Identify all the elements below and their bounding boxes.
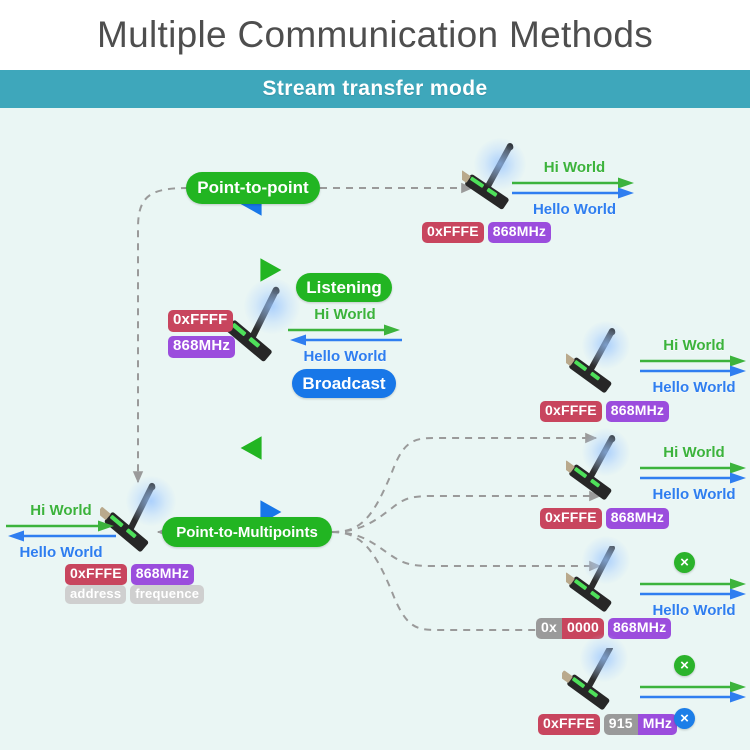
flow-arrows-center-hub [288,324,402,346]
hi-world-label: Hi World [30,502,92,519]
flow-multipoint-3: × Hello World [640,552,748,619]
pill-point-to-point-label: Point-to-point [197,178,309,197]
flow-center-hub: Hi World Hello World [288,307,402,365]
frequency-badge: 868MHz [487,222,552,243]
address-badge: 0xFFFE [538,714,600,735]
antenna-glow-icon [582,536,630,584]
pill-point-to-point[interactable]: Point-to-point [186,172,320,204]
address-badge: 0xFFFE [65,564,127,585]
frequency-badge: 868MHz [130,564,195,585]
x-glyph: × [680,710,689,727]
flow-arrows-multipoint-1 [640,355,746,377]
hello-world-label: Hello World [19,543,103,561]
flow-multipoint-4: × × [640,655,748,730]
frequency-badge: 868MHz [607,618,672,639]
hi-world-blocked: × [640,552,748,574]
hello-world-label: Hello World [303,347,387,365]
hello-world-blocked: × [640,706,748,730]
flow-multipoint-1: Hi World Hello World [640,338,748,396]
frequence-caption: frequence [130,585,205,605]
x-glyph: × [680,657,689,674]
antenna-glow-icon [582,321,630,369]
device-multipoint-2-badges: 0xFFFE 868MHz [540,508,670,529]
frequency-badge: 868MHz [168,335,236,358]
device-top-right-badges: 0xFFFE 868MHz [422,222,552,243]
section-banner-label: Stream transfer mode [262,77,488,100]
antenna-glow-icon [126,476,176,526]
hello-world-label: Hello World [532,200,617,218]
address-badge: 0xFFFF [168,310,233,332]
hi-world-label: Hi World [314,306,376,323]
flow-arrows-multipoint-3 [640,578,746,600]
antenna-glow-icon [582,428,630,476]
address-badge: 0xFFFE [540,508,602,529]
flow-multipoint-2: Hi World Hello World [640,445,748,503]
address-badge: 0xFFFE [422,222,484,243]
x-glyph: × [680,554,689,571]
flow-arrows-multipoint-2 [640,462,746,484]
address-badge: 0xFFFE [540,401,602,422]
flow-left-peer: Hi World Hello World [6,503,116,561]
frequency-badge: 868MHz [605,401,670,422]
device-left-peer-captions: address frequence [65,585,205,605]
hi-world-blocked: × [640,655,748,677]
address-caption: address [65,585,127,605]
page-title: Multiple Communication Methods [96,14,653,55]
flow-top-right: Hi World Hello World [512,160,637,218]
hello-world-label: Hello World [652,378,736,396]
flow-arrows-left-peer [6,520,116,542]
antenna-glow-icon [580,634,628,682]
flow-arrows-multipoint-4 [640,681,746,703]
device-left-peer-badges: 0xFFFE 868MHz [65,564,195,585]
address-prefix: 0x [536,618,562,639]
hi-world-label: Hi World [543,159,606,176]
flow-arrows-top-right [512,177,634,199]
x-circle-blue-icon: × [674,708,695,729]
page-header: Multiple Communication Methods [0,0,750,70]
hello-world-label: Hello World [652,485,736,503]
hi-world-label: Hi World [663,444,725,461]
x-circle-green-icon: × [674,655,695,676]
hello-world-label: Hello World [652,602,736,619]
diagram-page: Multiple Communication Methods Stream tr… [0,0,750,750]
hi-world-label: Hi World [663,337,725,354]
frequency-badge: 868MHz [605,508,670,529]
device-multipoint-1-badges: 0xFFFE 868MHz [540,401,670,422]
frequency-value: 915 [603,714,638,735]
x-circle-green-icon: × [674,552,695,573]
section-banner: Stream transfer mode [0,70,750,108]
device-center-hub-badges: 0xFFFF 868MHz [168,310,236,358]
